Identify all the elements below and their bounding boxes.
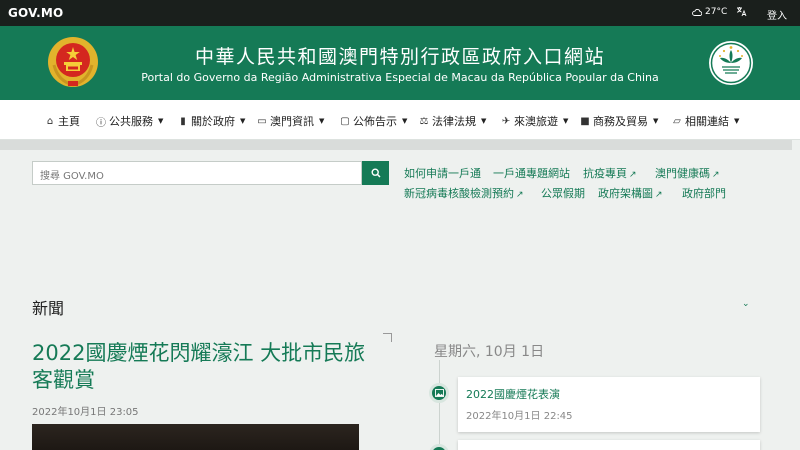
site-header: 中華人民共和國澳門特別行政區政府入口網站 Portal do Governo d…	[0, 26, 800, 100]
site-title-chinese: 中華人民共和國澳門特別行政區政府入口網站	[194, 46, 605, 68]
nav-item-notices[interactable]: ▢ 公佈告示 ▼	[340, 113, 407, 129]
timeline-line	[439, 360, 440, 450]
image-icon	[429, 383, 449, 403]
image-icon	[429, 444, 449, 450]
external-link-icon: ↗	[655, 190, 663, 200]
caret-down-icon: ▼	[158, 117, 164, 125]
quick-link-health-code[interactable]: 澳門健康碼 ↗	[655, 165, 720, 181]
caret-down-icon: ▼	[240, 117, 246, 125]
external-link-icon: ↗	[629, 170, 637, 180]
nav-item-label: 法律法規	[432, 115, 476, 128]
quick-link-public-holidays[interactable]: 公眾假期	[541, 185, 585, 201]
gov-mo-logo[interactable]: GOV.MO	[8, 6, 63, 20]
nav-item-home[interactable]: ⌂ 主頁	[45, 113, 80, 129]
caret-down-icon: ▼	[319, 117, 325, 125]
scale-icon: ⚖	[419, 115, 429, 127]
quick-link-apply-account[interactable]: 如何申請一戶通	[404, 165, 481, 181]
quick-link-covid-test[interactable]: 新冠病毒核酸檢測預約 ↗	[404, 185, 524, 201]
quick-link-label: 抗疫專頁	[583, 167, 627, 180]
search-icon	[370, 168, 381, 178]
quick-link-org-chart[interactable]: 政府架構圖 ↗	[598, 185, 663, 201]
timeline-news-date: 2022年10月1日 22:45	[466, 411, 573, 422]
nav-item-travel[interactable]: ✈ 來澳旅遊 ▼	[501, 113, 569, 129]
nav-item-about-government[interactable]: ▮ 關於政府 ▼	[178, 113, 245, 129]
cloud-icon	[692, 8, 702, 16]
quick-link-departments[interactable]: 政府部門	[682, 185, 726, 201]
external-link-icon: ↗	[712, 170, 720, 180]
map-icon: ▭	[257, 115, 267, 127]
nav-item-label: 相關連結	[685, 115, 729, 128]
quick-link-label: 澳門健康碼	[655, 167, 710, 180]
timeline-news-card[interactable]	[458, 440, 760, 450]
site-title-portuguese: Portal do Governo da Região Administrati…	[141, 71, 659, 84]
nav-item-business[interactable]: ■ 商務及貿易 ▼	[580, 113, 658, 129]
info-icon: ⓘ	[96, 117, 106, 129]
external-link-icon: ↗	[516, 190, 524, 200]
chevron-down-icon[interactable]: ⌄	[742, 299, 750, 309]
news-headline-date: 2022年10月1日 23:05	[32, 407, 139, 418]
news-headline[interactable]: 2022國慶煙花閃耀濠江 大批市民旅客觀賞	[32, 340, 372, 394]
caret-down-icon: ▼	[481, 117, 487, 125]
quick-link-label: 一戶通專題網站	[493, 167, 570, 180]
login-link[interactable]: 登入	[767, 7, 787, 22]
nav-item-label: 商務及貿易	[593, 115, 648, 128]
quick-link-account-site[interactable]: 一戶通專題網站	[493, 165, 570, 181]
translate-icon[interactable]	[736, 6, 747, 20]
plane-icon: ✈	[501, 115, 511, 127]
nav-item-label: 公佈告示	[353, 115, 397, 128]
nav-item-label: 來澳旅遊	[514, 115, 558, 128]
caret-down-icon: ▼	[653, 117, 659, 125]
search-button[interactable]	[362, 161, 389, 185]
quick-link-label: 政府部門	[682, 187, 726, 200]
temperature: 27°C	[705, 7, 728, 17]
nav-item-laws[interactable]: ⚖ 法律法規 ▼	[419, 113, 487, 129]
folder-icon: ▱	[673, 115, 681, 127]
nav-item-public-services[interactable]: ⓘ 公共服務 ▼	[96, 113, 163, 129]
nav-item-macao-info[interactable]: ▭ 澳門資訊 ▼	[257, 113, 324, 129]
timeline-date: 星期六, 10月 1日	[434, 344, 545, 360]
caret-down-icon: ▼	[402, 117, 408, 125]
quick-link-label: 新冠病毒核酸檢測預約	[404, 187, 514, 200]
weather-widget: 27°C	[692, 7, 727, 17]
corner-decoration	[383, 333, 392, 342]
quick-link-label: 如何申請一戶通	[404, 167, 481, 180]
news-section-title: 新聞	[32, 299, 65, 318]
briefcase-icon: ■	[580, 115, 590, 127]
nav-item-label: 澳門資訊	[270, 115, 314, 128]
caret-down-icon: ▼	[563, 117, 569, 125]
top-bar: GOV.MO 27°C 登入	[0, 0, 800, 26]
caret-down-icon: ▼	[734, 117, 740, 125]
news-headline-image[interactable]	[32, 424, 359, 450]
search-input[interactable]: 搜尋 GOV.MO	[32, 161, 362, 185]
nav-item-label: 公共服務	[109, 115, 153, 128]
home-icon: ⌂	[46, 115, 54, 127]
main-navigation: ⌂ 主頁 ⓘ 公共服務 ▼ ▮ 關於政府 ▼ ▭ 澳門資訊 ▼ ▢ 公佈告示 ▼…	[0, 100, 800, 140]
nav-item-related-links[interactable]: ▱ 相關連結 ▼	[672, 113, 739, 129]
quick-link-label: 政府架構圖	[598, 187, 653, 200]
timeline-news-card[interactable]: 2022國慶煙花表演 2022年10月1日 22:45	[458, 377, 760, 432]
timeline-news-title: 2022國慶煙花表演	[466, 388, 560, 401]
quick-link-epidemic[interactable]: 抗疫專頁 ↗	[583, 165, 637, 181]
nav-shadow-bar	[0, 140, 792, 150]
building-icon: ▮	[180, 115, 186, 127]
quick-link-label: 公眾假期	[541, 187, 585, 200]
notice-icon: ▢	[340, 115, 350, 127]
nav-item-label: 關於政府	[191, 115, 235, 128]
nav-item-label: 主頁	[58, 115, 80, 128]
macao-emblem-icon	[709, 41, 753, 85]
